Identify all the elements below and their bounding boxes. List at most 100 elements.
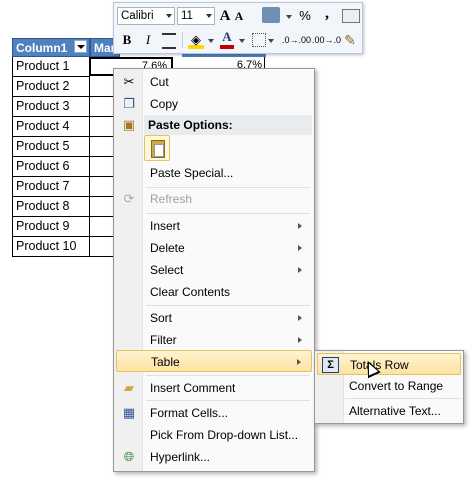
menu-item-paste-special[interactable]: Paste Special... xyxy=(116,162,312,184)
chevron-down-icon xyxy=(166,14,172,18)
chevron-right-icon xyxy=(298,223,302,229)
context-menu: ✂ Cut ❐ Copy ▣ Paste Options: Paste Spec… xyxy=(113,68,315,472)
menu-item-copy[interactable]: ❐ Copy xyxy=(116,93,312,115)
table-row[interactable]: Product 7 xyxy=(12,177,90,197)
menu-item-table[interactable]: Table xyxy=(116,350,312,372)
accounting-format-icon[interactable] xyxy=(262,7,280,23)
table-row[interactable]: Product 10 xyxy=(12,237,90,257)
chevron-down-icon[interactable] xyxy=(268,39,274,43)
refresh-icon: ⟳ xyxy=(123,191,135,206)
menu-item-select[interactable]: Select xyxy=(116,259,312,281)
menu-item-label: Insert Comment xyxy=(150,381,236,395)
menu-item-insert[interactable]: Insert xyxy=(116,215,312,237)
menu-item-sort[interactable]: Sort xyxy=(116,307,312,329)
font-color-button[interactable]: A xyxy=(220,29,234,49)
menu-item-pick-from-dropdown[interactable]: Pick From Drop-down List... xyxy=(116,424,312,446)
toolbar-separator xyxy=(182,32,183,48)
center-align-icon[interactable] xyxy=(162,33,176,49)
menu-item-label: Copy xyxy=(150,97,179,111)
chevron-down-icon[interactable] xyxy=(208,39,214,43)
chevron-down-icon xyxy=(206,14,212,18)
increase-decimal-label: .0→.00 xyxy=(282,35,312,45)
menu-item-label: Hyperlink... xyxy=(150,450,211,464)
menu-separator xyxy=(146,375,310,376)
submenu-item-convert-to-range[interactable]: Convert to Range xyxy=(317,375,461,397)
menu-item-format-cells[interactable]: ▦ Format Cells... xyxy=(116,402,312,424)
row-label: Product 2 xyxy=(16,79,70,93)
comma-style-button[interactable]: , xyxy=(322,5,332,23)
borders-icon[interactable] xyxy=(252,33,266,47)
menu-item-label: Delete xyxy=(150,241,185,255)
chevron-right-icon xyxy=(298,245,302,251)
chevron-down-icon[interactable] xyxy=(239,39,245,43)
format-painter-icon[interactable] xyxy=(342,9,360,23)
menu-item-label: Table xyxy=(151,355,180,369)
percent-label: % xyxy=(299,8,311,23)
menu-item-label: Select xyxy=(150,263,184,277)
column-header-label: Column1 xyxy=(16,41,68,55)
italic-button[interactable]: I xyxy=(142,31,154,49)
shrink-font-button[interactable]: A xyxy=(233,7,245,25)
paste-options-header: Paste Options: xyxy=(144,115,312,135)
paste-icon: ▣ xyxy=(122,117,136,132)
row-label: Product 5 xyxy=(16,139,70,153)
menu-item-label: Cut xyxy=(150,75,169,89)
bold-label: B xyxy=(122,32,132,47)
table-row[interactable]: Product 5 xyxy=(12,137,90,157)
menu-item-insert-comment[interactable]: ▰ Insert Comment xyxy=(116,377,312,399)
menu-item-paste-options: ▣ Paste Options: xyxy=(116,114,312,136)
row-label: Product 8 xyxy=(16,199,70,213)
table-row[interactable]: Product 2 xyxy=(12,77,90,97)
font-name-combo[interactable]: Calibri xyxy=(117,7,175,25)
submenu-item-label: Alternative Text... xyxy=(349,404,441,418)
decrease-decimal-label: .00→.0 xyxy=(312,35,342,45)
shrink-font-label: A xyxy=(234,9,244,23)
table-row[interactable]: Product 8 xyxy=(12,197,90,217)
submenu-item-totals-row[interactable]: Σ Totals Row xyxy=(317,353,461,375)
table-row[interactable]: Product 9 xyxy=(12,217,90,237)
paste-icon[interactable] xyxy=(144,135,170,161)
menu-item-label: Format Cells... xyxy=(150,406,229,420)
chevron-right-icon xyxy=(298,267,302,273)
decrease-decimal-button[interactable]: .00→.0 xyxy=(312,31,342,49)
chevron-down-icon[interactable] xyxy=(286,15,292,19)
chevron-right-icon xyxy=(298,315,302,321)
font-size-value: 11 xyxy=(181,10,193,22)
bold-button[interactable]: B xyxy=(120,31,134,49)
row-label: Product 1 xyxy=(16,59,70,73)
menu-item-label: Insert xyxy=(150,219,181,233)
menu-item-label: Pick From Drop-down List... xyxy=(150,428,299,442)
chevron-right-icon xyxy=(297,359,301,365)
grow-font-button[interactable]: A xyxy=(218,7,232,25)
scissors-icon: ✂ xyxy=(123,74,135,89)
brush-icon[interactable]: ✎ xyxy=(343,31,357,49)
row-label: Product 3 xyxy=(16,99,70,113)
filter-dropdown-icon[interactable] xyxy=(74,40,87,53)
menu-item-delete[interactable]: Delete xyxy=(116,237,312,259)
row-label: Product 10 xyxy=(16,239,77,253)
fill-color-icon[interactable]: ◈ xyxy=(188,31,204,49)
grow-font-label: A xyxy=(219,8,231,24)
copy-icon: ❐ xyxy=(123,96,135,111)
menu-item-refresh: ⟳ Refresh xyxy=(116,188,312,210)
menu-item-cut[interactable]: ✂ Cut xyxy=(116,71,312,93)
paste-options-label: Paste Options: xyxy=(148,118,233,132)
menu-item-label: Clear Contents xyxy=(150,285,231,299)
menu-item-filter[interactable]: Filter xyxy=(116,329,312,351)
submenu-item-alternative-text[interactable]: Alternative Text... xyxy=(317,400,461,422)
format-cells-icon: ▦ xyxy=(122,405,136,420)
menu-item-clear-contents[interactable]: Clear Contents xyxy=(116,281,312,303)
font-size-combo[interactable]: 11 xyxy=(177,7,215,25)
menu-item-label: Paste Special... xyxy=(150,166,234,180)
menu-item-label: Refresh xyxy=(150,192,193,206)
increase-decimal-button[interactable]: .0→.00 xyxy=(282,31,312,49)
menu-item-label: Filter xyxy=(150,333,177,347)
table-row[interactable]: Product 6 xyxy=(12,157,90,177)
percent-style-button[interactable]: % xyxy=(297,7,313,25)
menu-item-hyperlink[interactable]: 🌐︎ Hyperlink... xyxy=(116,446,312,468)
table-row[interactable]: Product 3 xyxy=(12,97,90,117)
comma-label: , xyxy=(325,5,329,22)
row-label: Product 6 xyxy=(16,159,70,173)
table-row[interactable]: Product 4 xyxy=(12,117,90,137)
table-row[interactable]: Product 1 xyxy=(12,57,90,77)
